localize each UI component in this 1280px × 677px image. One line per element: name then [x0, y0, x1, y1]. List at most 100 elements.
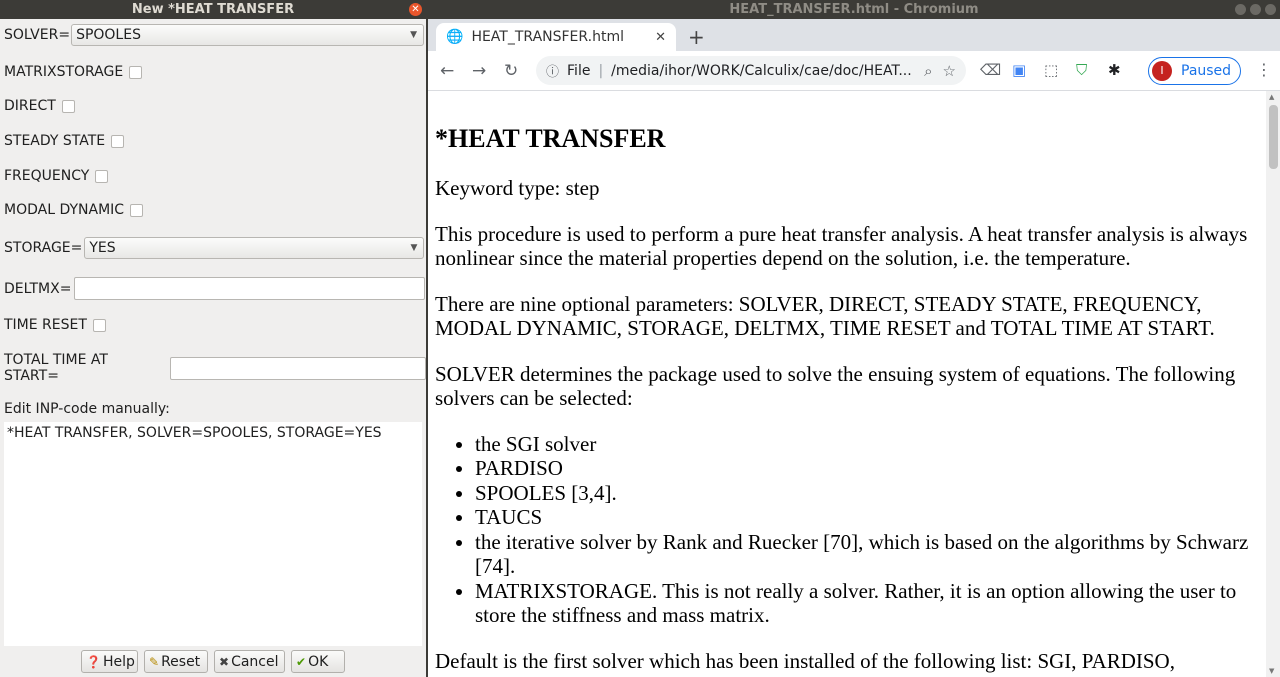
frequency-row: FREQUENCY	[4, 168, 109, 184]
matrixstorage-checkbox[interactable]	[129, 65, 143, 79]
cancel-icon: ✖	[219, 654, 230, 669]
help-button[interactable]: ❓ Help	[81, 650, 138, 673]
url-scheme: File	[567, 62, 591, 79]
inp-code-text: *HEAT TRANSFER, SOLVER=SPOOLES, STORAGE=…	[7, 425, 382, 441]
maximize-icon[interactable]	[1250, 4, 1261, 15]
page-content: *HEAT TRANSFER Keyword type: step This p…	[428, 91, 1266, 677]
menu-kebab-icon[interactable]: ⋮	[1256, 60, 1272, 79]
direct-checkbox[interactable]	[61, 99, 75, 113]
solver-value: SPOOLES	[76, 27, 141, 43]
reload-icon[interactable]: ↻	[504, 61, 518, 81]
frequency-label: FREQUENCY	[4, 168, 90, 184]
reset-button[interactable]: ✎ Reset	[144, 650, 208, 673]
url-separator: |	[598, 62, 604, 79]
solver-row: SOLVER= SPOOLES ▼	[4, 24, 425, 46]
storage-select[interactable]: YES ▼	[84, 237, 425, 259]
gnome-extension-icon[interactable]: ✱	[1108, 61, 1121, 79]
heat-transfer-dialog: New *HEAT TRANSFER ✕ SOLVER= SPOOLES ▼ M…	[0, 0, 426, 677]
dialog-button-bar: ❓ Help ✎ Reset ✖ Cancel ✔ OK	[0, 648, 426, 677]
close-icon[interactable]: ✕	[409, 3, 422, 16]
solver-select[interactable]: SPOOLES ▼	[71, 24, 425, 46]
storage-row: STORAGE= YES ▼	[4, 237, 425, 259]
ok-button[interactable]: ✔ OK	[291, 650, 345, 673]
bookmark-star-icon[interactable]: ☆	[943, 62, 956, 80]
page-title: *HEAT TRANSFER	[435, 124, 666, 153]
deltmx-input[interactable]	[74, 277, 426, 300]
steady-state-row: STEADY STATE	[4, 133, 125, 149]
scroll-down-icon[interactable]: ▼	[1269, 667, 1274, 675]
total-time-row: TOTAL TIME AT START=	[4, 352, 426, 384]
browser-window: HEAT_TRANSFER.html - Chromium 🌐 HEAT_TRA…	[428, 0, 1280, 677]
list-item: PARDISO	[475, 456, 1259, 481]
steady-state-label: STEADY STATE	[4, 133, 106, 149]
storage-label: STORAGE=	[4, 240, 83, 256]
scrollbar-thumb[interactable]	[1269, 105, 1278, 169]
modal-dynamic-row: MODAL DYNAMIC	[4, 202, 144, 218]
paragraph-2: There are nine optional parameters: SOLV…	[435, 291, 1215, 341]
paragraph-1: This procedure is used to perform a pure…	[435, 221, 1248, 271]
frequency-checkbox[interactable]	[95, 169, 109, 183]
vertical-scrollbar[interactable]: ▲ ▼	[1266, 91, 1280, 677]
modal-dynamic-checkbox[interactable]	[130, 203, 144, 217]
edit-inp-label: Edit INP-code manually:	[4, 401, 170, 417]
checkmark-icon: ✔	[296, 654, 307, 669]
address-bar[interactable]: ⓘ File | /media/ihor/WORK/Calculix/cae/d…	[536, 56, 966, 85]
reset-button-label: Reset	[161, 653, 201, 670]
matrixstorage-label: MATRIXSTORAGE	[4, 64, 124, 80]
solver-list: the SGI solver PARDISO SPOOLES [3,4]. TA…	[435, 432, 1259, 628]
dialog-titlebar: New *HEAT TRANSFER ✕	[0, 0, 426, 19]
cancel-button-label: Cancel	[231, 653, 279, 670]
direct-row: DIRECT	[4, 98, 75, 114]
browser-titlebar: HEAT_TRANSFER.html - Chromium	[428, 0, 1280, 19]
total-time-input[interactable]	[169, 356, 426, 380]
minimize-icon[interactable]	[1235, 4, 1246, 15]
modal-dynamic-label: MODAL DYNAMIC	[4, 202, 125, 218]
adblock-extension-icon[interactable]: ⌫	[980, 61, 1001, 79]
window-controls	[1235, 4, 1276, 15]
forward-arrow-icon[interactable]: →	[472, 61, 486, 81]
shield-extension-icon[interactable]: ⛉	[1076, 61, 1087, 79]
deltmx-row: DELTMX=	[4, 277, 426, 300]
list-item: SPOOLES [3,4].	[475, 481, 1259, 506]
back-arrow-icon[interactable]: ←	[440, 61, 454, 81]
inp-code-editor[interactable]: *HEAT TRANSFER, SOLVER=SPOOLES, STORAGE=…	[4, 422, 422, 646]
cast-extension-icon[interactable]: ⬚	[1044, 61, 1058, 79]
time-reset-label: TIME RESET	[4, 317, 87, 333]
scroll-up-icon[interactable]: ▲	[1269, 93, 1274, 101]
steady-state-checkbox[interactable]	[111, 134, 125, 148]
avatar: I	[1152, 61, 1172, 81]
list-item: the SGI solver	[475, 432, 1259, 457]
dialog-title: New *HEAT TRANSFER	[131, 2, 295, 17]
info-icon[interactable]: ⓘ	[546, 61, 559, 80]
close-icon[interactable]: ✕	[655, 30, 666, 45]
matrixstorage-row: MATRIXSTORAGE	[4, 64, 143, 80]
list-item: the iterative solver by Rank and Ruecker…	[475, 530, 1259, 579]
tab-title: HEAT_TRANSFER.html	[471, 29, 624, 45]
solver-label: SOLVER=	[4, 27, 71, 43]
time-reset-checkbox[interactable]	[92, 318, 106, 332]
chevron-down-icon: ▼	[410, 30, 418, 40]
ok-button-label: OK	[308, 653, 329, 670]
broom-icon: ✎	[149, 654, 160, 669]
translate-extension-icon[interactable]: ▣	[1012, 61, 1026, 79]
keyword-type: Keyword type: step	[435, 176, 600, 200]
cancel-button[interactable]: ✖ Cancel	[214, 650, 285, 673]
tab-heat-transfer[interactable]: 🌐 HEAT_TRANSFER.html ✕	[436, 23, 676, 51]
zoom-icon[interactable]: ⌕	[924, 62, 932, 80]
list-item: TAUCS	[475, 505, 1259, 530]
tab-strip: 🌐 HEAT_TRANSFER.html ✕ +	[428, 19, 1280, 51]
profile-button[interactable]: I Paused	[1148, 57, 1241, 85]
time-reset-row: TIME RESET	[4, 317, 106, 333]
deltmx-label: DELTMX=	[4, 280, 72, 297]
close-icon[interactable]	[1265, 4, 1276, 15]
new-tab-icon[interactable]: +	[688, 25, 705, 49]
direct-label: DIRECT	[4, 98, 56, 114]
browser-window-title: HEAT_TRANSFER.html - Chromium	[729, 2, 979, 17]
globe-icon: 🌐	[446, 29, 464, 45]
browser-toolbar: ← → ↻ ⓘ File | /media/ihor/WORK/Calculix…	[428, 51, 1280, 91]
help-button-label: Help	[102, 653, 135, 670]
paragraph-3: SOLVER determines the package used to so…	[435, 361, 1236, 411]
chevron-down-icon: ▼	[410, 243, 418, 253]
list-item: MATRIXSTORAGE. This is not really a solv…	[475, 579, 1259, 628]
profile-status: Paused	[1181, 63, 1232, 79]
